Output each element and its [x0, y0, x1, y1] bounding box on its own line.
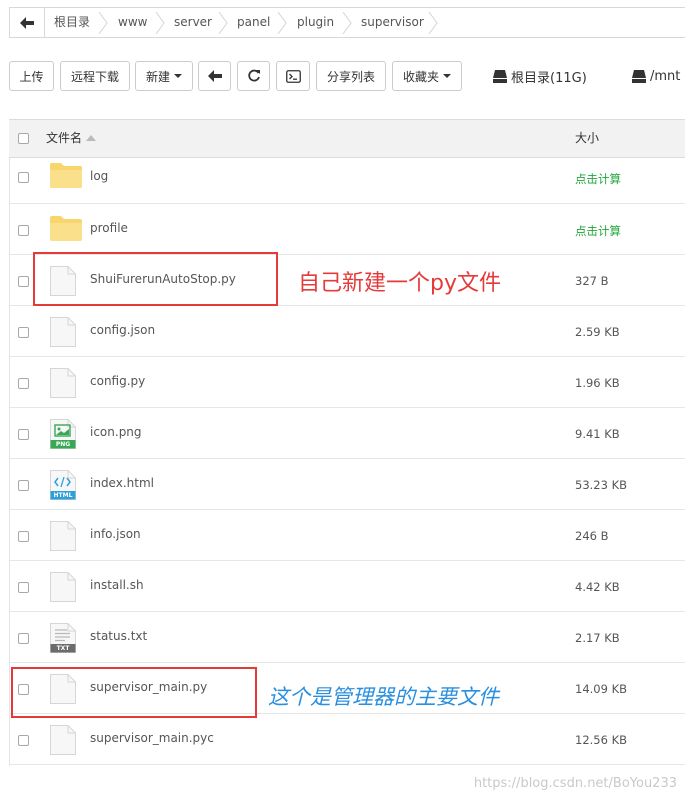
chevron-right-icon [342, 12, 352, 34]
table-row[interactable]: profile 点击计算 [9, 204, 685, 255]
file-size: 14.09 KB [575, 682, 628, 696]
file-size: 4.42 KB [575, 580, 620, 594]
file-name[interactable]: supervisor_main.pyc [90, 731, 214, 745]
row-checkbox[interactable] [18, 172, 29, 183]
chevron-right-icon [277, 12, 287, 34]
refresh-button[interactable] [237, 61, 270, 91]
disk-mnt[interactable]: /mnt [632, 61, 680, 91]
breadcrumb-item-server[interactable]: server [174, 8, 212, 37]
file-name[interactable]: install.sh [90, 578, 144, 592]
hard-drive-icon [632, 69, 646, 83]
file-name[interactable]: icon.png [90, 425, 142, 439]
row-checkbox[interactable] [18, 582, 29, 593]
row-checkbox[interactable] [18, 327, 29, 338]
upload-button[interactable]: 上传 [9, 61, 54, 91]
row-checkbox[interactable] [18, 735, 29, 746]
refresh-icon [247, 69, 260, 82]
file-icon [50, 521, 76, 555]
table-row[interactable]: config.py 1.96 KB [9, 357, 685, 408]
table-row[interactable]: info.json 246 B [9, 510, 685, 561]
caret-down-icon [174, 74, 182, 78]
row-checkbox[interactable] [18, 276, 29, 287]
select-all-checkbox[interactable] [18, 133, 29, 144]
chevron-right-icon [218, 12, 228, 34]
file-size: 53.23 KB [575, 478, 628, 492]
breadcrumb: 根目录 www server panel plugin supervisor [9, 7, 685, 38]
column-header-size[interactable]: 大小 [575, 120, 599, 157]
table-row[interactable]: supervisor_main.pyc 12.56 KB [9, 714, 685, 765]
file-size: 1.96 KB [575, 376, 620, 390]
row-checkbox[interactable] [18, 531, 29, 542]
file-icon [50, 725, 76, 759]
table-row[interactable]: log 点击计算 [9, 153, 685, 204]
table-row[interactable]: PNG icon.png 9.41 KB [9, 408, 685, 459]
terminal-button[interactable] [276, 61, 310, 91]
annotation-main-file: 这个是管理器的主要文件 [268, 685, 499, 709]
file-size: 327 B [575, 274, 609, 288]
remote-download-button[interactable]: 远程下载 [60, 61, 130, 91]
file-size: 9.41 KB [575, 427, 620, 441]
highlight-box-new-file [33, 252, 278, 306]
row-checkbox[interactable] [18, 378, 29, 389]
caret-down-icon [443, 74, 451, 78]
file-size: 2.59 KB [575, 325, 620, 339]
folder-icon [50, 215, 82, 245]
chevron-right-icon [98, 12, 108, 34]
chevron-right-icon [428, 12, 438, 34]
table-row[interactable]: HTML index.html 53.23 KB [9, 459, 685, 510]
go-back-button[interactable] [198, 61, 231, 91]
table-row[interactable]: config.json 2.59 KB [9, 306, 685, 357]
folder-icon [50, 162, 82, 192]
hard-drive-icon [493, 69, 507, 83]
share-list-button[interactable]: 分享列表 [316, 61, 386, 91]
sort-asc-icon [86, 135, 97, 141]
chevron-right-icon [155, 12, 165, 34]
file-name[interactable]: index.html [90, 476, 154, 490]
breadcrumb-item-root[interactable]: 根目录 [54, 8, 90, 37]
arrow-left-icon [20, 16, 34, 29]
breadcrumb-item-plugin[interactable]: plugin [297, 8, 334, 37]
file-type-badge: HTML [53, 492, 73, 499]
arrow-left-icon [207, 70, 222, 82]
favorites-dropdown-button[interactable]: 收藏夹 [392, 61, 462, 91]
table-row[interactable]: install.sh 4.42 KB [9, 561, 685, 612]
back-button[interactable] [10, 8, 45, 37]
breadcrumb-item-www[interactable]: www [118, 8, 147, 37]
watermark: https://blog.csdn.net/BoYou233 [473, 776, 677, 791]
highlight-box-main-file [11, 667, 257, 718]
calculate-size-link[interactable]: 点击计算 [575, 171, 621, 187]
file-icon [50, 317, 76, 351]
file-name[interactable]: config.json [90, 323, 155, 337]
file-name[interactable]: config.py [90, 374, 145, 388]
file-name[interactable]: profile [90, 221, 128, 235]
file-name[interactable]: info.json [90, 527, 141, 541]
table-row[interactable]: TXT status.txt 2.17 KB [9, 612, 685, 663]
calculate-size-link[interactable]: 点击计算 [575, 223, 621, 239]
breadcrumb-item-supervisor[interactable]: supervisor [361, 8, 424, 37]
breadcrumb-item-panel[interactable]: panel [237, 8, 270, 37]
file-size: 246 B [575, 529, 609, 543]
file-name[interactable]: status.txt [90, 629, 147, 643]
file-icon [50, 572, 76, 606]
row-checkbox[interactable] [18, 480, 29, 491]
disk-root[interactable]: 根目录(11G) [493, 61, 587, 91]
row-checkbox[interactable] [18, 225, 29, 236]
file-type-badge: TXT [56, 645, 70, 652]
file-size: 12.56 KB [575, 733, 628, 747]
column-header-name[interactable]: 文件名 [46, 120, 97, 157]
file-type-badge: PNG [55, 441, 71, 448]
row-checkbox[interactable] [18, 429, 29, 440]
row-checkbox[interactable] [18, 633, 29, 644]
annotation-new-file: 自己新建一个py文件 [298, 271, 501, 296]
terminal-icon [285, 69, 301, 83]
file-name[interactable]: log [90, 169, 108, 183]
file-icon [50, 368, 76, 402]
file-size: 2.17 KB [575, 631, 620, 645]
new-dropdown-button[interactable]: 新建 [135, 61, 193, 91]
